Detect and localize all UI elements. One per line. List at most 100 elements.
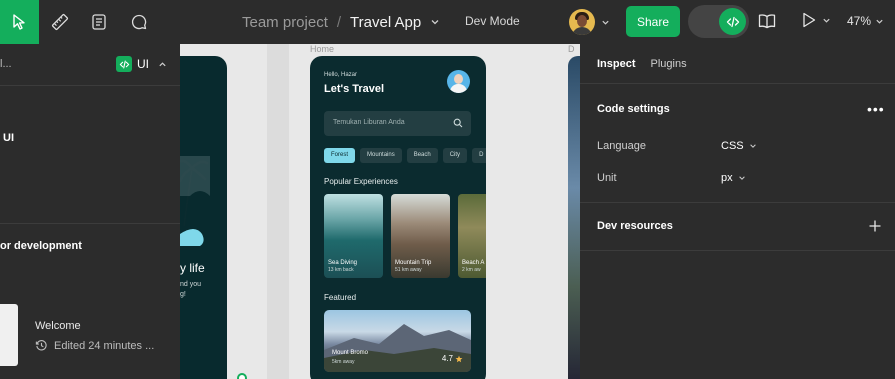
unit-select[interactable]: px <box>721 172 746 184</box>
user-avatar-menu[interactable] <box>569 8 610 36</box>
tab-inspect[interactable]: Inspect <box>597 58 636 70</box>
rating-value: 4.7 <box>441 354 453 363</box>
avatar <box>569 9 595 35</box>
edited-time: Edited 24 minutes ... <box>54 339 155 352</box>
onboarding-headline: y life <box>180 261 205 275</box>
document-icon <box>92 14 106 30</box>
ui-selector-label: UI <box>137 57 149 71</box>
frame-onboarding[interactable]: y life nd you g! <box>180 56 227 379</box>
file-title[interactable]: Welcome <box>35 320 81 332</box>
comment-tool-button[interactable] <box>124 0 154 44</box>
book-open-icon <box>758 14 776 29</box>
cursor-icon <box>12 14 25 30</box>
breadcrumb-project[interactable]: Team project <box>242 14 328 31</box>
ui-section-title[interactable]: UI <box>3 132 14 144</box>
section-title-popular: Popular Experiences <box>324 177 398 186</box>
search-placeholder: Temukan Liburan Anda <box>333 119 405 126</box>
frame-home[interactable]: Hello, Hazar Let's Travel Temukan Libura… <box>310 56 486 379</box>
divider <box>580 202 895 203</box>
experience-card[interactable]: Sea Diving 13 km back <box>324 194 383 278</box>
top-toolbar: Team project / Travel App Dev Mode Share… <box>0 0 895 44</box>
greeting-text: Hello, Hazar <box>324 72 358 78</box>
history-icon <box>35 340 47 351</box>
card-title: Sea Diving <box>328 260 358 266</box>
present-button[interactable] <box>802 12 831 28</box>
chip-city[interactable]: City <box>442 148 468 163</box>
move-tool-button[interactable] <box>0 0 39 44</box>
right-panel: Inspect Plugins Code settings ••• Langua… <box>580 44 895 379</box>
library-button[interactable] <box>757 11 777 36</box>
experience-card[interactable]: Mountain Trip 51 km away <box>391 194 450 278</box>
card-distance: 2 km aw <box>462 267 481 273</box>
chevron-down-icon <box>823 18 830 23</box>
code-settings-title: Code settings <box>597 103 670 115</box>
chip-beach[interactable]: Beach <box>406 148 438 163</box>
section-title-featured: Featured <box>324 293 357 302</box>
card-title: Mountain Trip <box>395 260 432 266</box>
frame-detail[interactable] <box>568 56 580 379</box>
measure-tool-button[interactable] <box>44 0 76 44</box>
annotate-tool-button[interactable] <box>84 0 114 44</box>
chevron-down-icon <box>749 144 756 148</box>
add-resource-button[interactable] <box>868 219 882 238</box>
language-select[interactable]: CSS <box>721 140 757 152</box>
code-icon <box>719 8 746 35</box>
frame-gap <box>267 44 289 379</box>
chip-forest[interactable]: Forest <box>324 148 356 163</box>
onboarding-body-line: nd you <box>180 281 202 288</box>
code-icon <box>116 56 132 72</box>
page-name-truncated[interactable]: l... <box>0 58 12 70</box>
divider <box>580 250 895 251</box>
divider <box>0 223 180 224</box>
chip-more[interactable]: D <box>472 148 486 163</box>
canvas[interactable]: y life nd you g! Home Hello, Hazar Let's… <box>180 44 580 379</box>
plus-icon <box>869 220 881 232</box>
card-distance: 51 km away <box>395 267 422 273</box>
featured-rating: 4.7 <box>442 354 463 363</box>
card-title: Beach A <box>462 260 485 266</box>
zoom-level: 47% <box>847 14 872 28</box>
breadcrumb-file-name[interactable]: Travel App <box>350 14 421 31</box>
chevron-down-icon <box>738 176 745 180</box>
play-icon <box>803 12 816 28</box>
dev-mode-label: Dev Mode <box>465 14 520 28</box>
search-input[interactable]: Temukan Liburan Anda <box>324 111 471 136</box>
category-chips: Forest Mountains Beach City D <box>324 148 486 163</box>
language-label: Language <box>597 140 646 152</box>
avatar <box>447 70 470 93</box>
dev-section-title[interactable]: or development <box>0 240 82 252</box>
divider <box>580 83 895 84</box>
featured-card[interactable]: Mount Bromo 5km away 4.7 <box>324 310 471 372</box>
breadcrumb-separator: / <box>336 13 342 31</box>
dev-mode-toggle[interactable] <box>688 5 749 38</box>
frame-label-home[interactable]: Home <box>310 44 334 54</box>
featured-title: Mount Bromo <box>332 350 369 356</box>
more-options-icon[interactable]: ••• <box>867 101 885 117</box>
panel-tabs: Inspect Plugins <box>597 58 687 70</box>
dev-resources-title: Dev resources <box>597 220 673 232</box>
left-panel-header: l... UI <box>0 44 180 86</box>
zoom-menu[interactable]: 47% <box>847 14 884 28</box>
tab-plugins[interactable]: Plugins <box>651 58 687 70</box>
ruler-icon <box>51 13 69 31</box>
experience-card[interactable]: Beach A 2 km aw <box>458 194 486 278</box>
chevron-up-icon <box>158 60 167 69</box>
selection-handle[interactable] <box>237 373 247 379</box>
palm-illustration <box>180 156 210 251</box>
onboarding-body: nd you g! <box>180 280 201 300</box>
featured-distance: 5km away <box>332 359 355 365</box>
onboarding-body-line: g! <box>180 291 186 298</box>
search-icon <box>453 118 463 128</box>
chevron-down-icon <box>601 18 610 27</box>
file-thumbnail[interactable] <box>0 304 18 366</box>
ui-selector[interactable]: UI <box>116 56 167 72</box>
frame-label-right[interactable]: D <box>568 44 575 54</box>
file-edited-info: Edited 24 minutes ... <box>35 339 154 352</box>
language-value: CSS <box>721 140 744 152</box>
star-icon <box>455 355 463 362</box>
share-button[interactable]: Share <box>626 6 680 37</box>
chip-mountains[interactable]: Mountains <box>360 148 402 163</box>
unit-label: Unit <box>597 172 617 184</box>
home-title: Let's Travel <box>324 83 385 95</box>
chevron-down-icon[interactable] <box>430 17 440 27</box>
